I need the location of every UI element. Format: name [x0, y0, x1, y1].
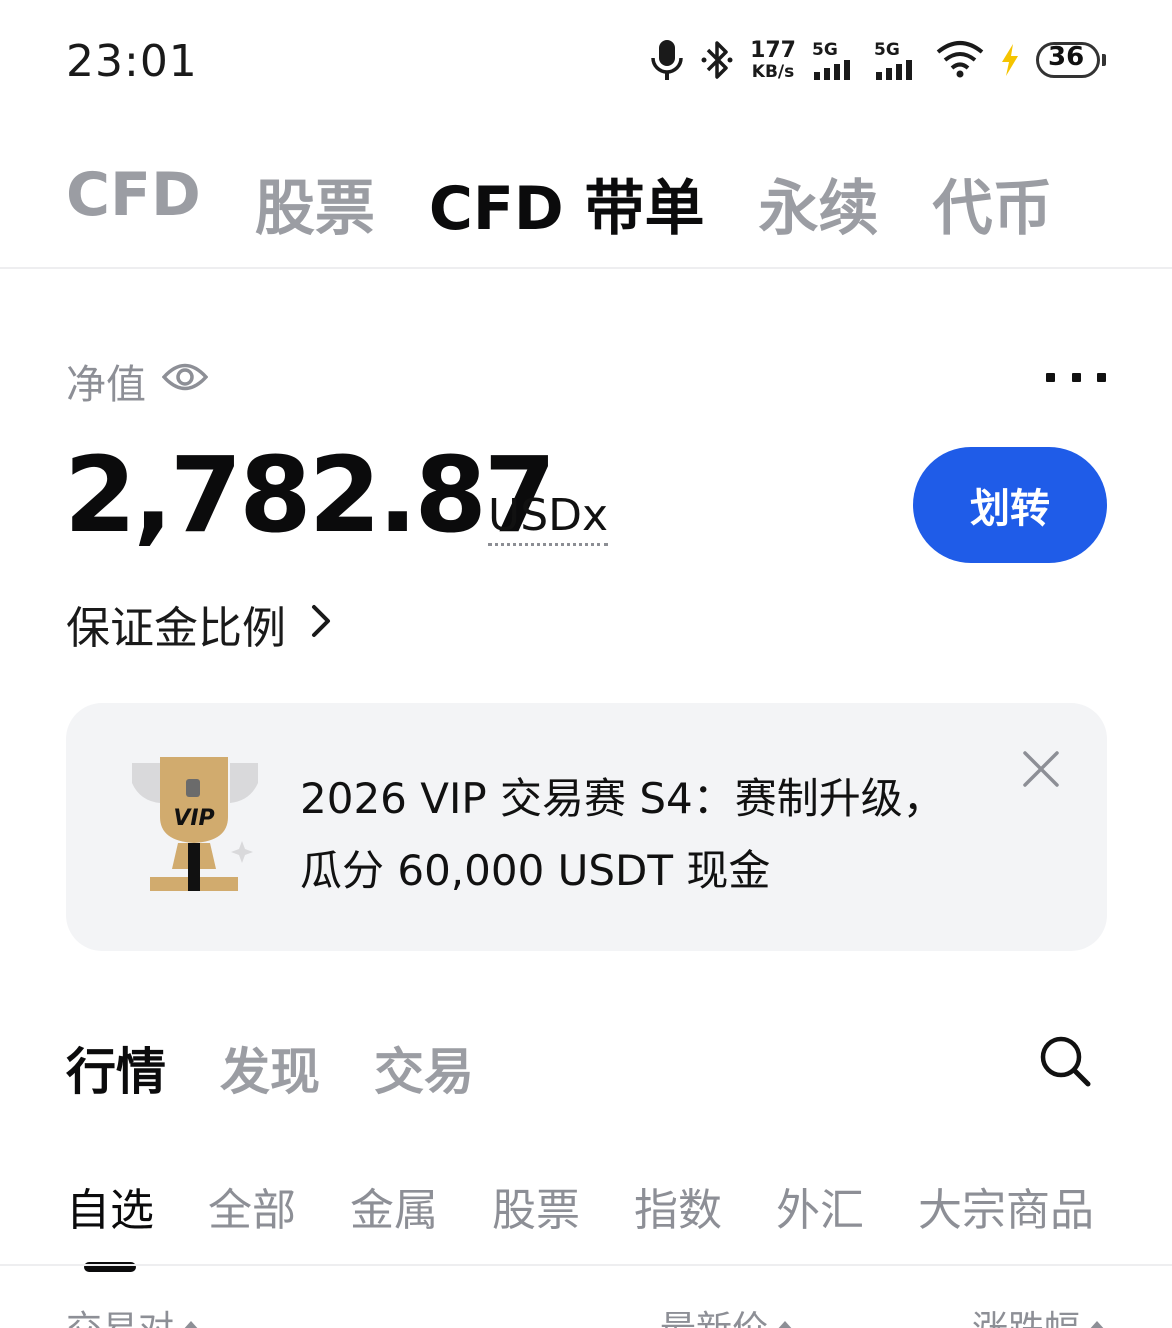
tab-all[interactable]: 全部 — [208, 1174, 296, 1238]
net-speed: 177 KB/s — [750, 37, 796, 82]
tab-trade[interactable]: 交易 — [374, 1032, 474, 1104]
tab-tokens[interactable]: 代币 — [933, 160, 1053, 247]
section-tabs: 行情 发现 交易 — [66, 1032, 474, 1104]
banner-line-1: 2026 VIP 交易赛 S4：赛制升级， — [300, 774, 945, 823]
trophy-badge-text: VIP — [173, 806, 214, 831]
currency-unit[interactable]: USDx — [488, 490, 609, 546]
tab-market[interactable]: 行情 — [66, 1032, 166, 1104]
tab-cfd-copy-trading[interactable]: CFD 带单 — [429, 160, 705, 247]
wifi-icon — [936, 40, 984, 80]
sort-pair[interactable]: 交易对 — [66, 1300, 201, 1328]
battery-percent: 36 — [1048, 42, 1085, 72]
banner-line-2: 瓜分 60,000 USDT 现金 — [300, 846, 771, 895]
net-speed-value: 177 — [750, 37, 796, 63]
tab-stocks[interactable]: 股票 — [492, 1174, 580, 1238]
eye-icon[interactable] — [161, 358, 209, 404]
tab-watchlist[interactable]: 自选 — [66, 1174, 154, 1272]
tab-cfd[interactable]: CFD — [66, 160, 201, 247]
more-options-icon[interactable] — [1046, 362, 1106, 392]
tab-stocks[interactable]: 股票 — [255, 160, 375, 247]
tab-metals[interactable]: 金属 — [350, 1174, 438, 1238]
sort-last-price[interactable]: 最新价 — [660, 1300, 795, 1328]
close-icon[interactable] — [1021, 749, 1061, 789]
status-time: 23:01 — [66, 36, 198, 87]
sort-up-icon — [1088, 1321, 1106, 1328]
microphone-icon — [650, 38, 684, 82]
net-value-label: 净值 — [66, 362, 146, 408]
battery-icon: 36 — [1036, 42, 1106, 78]
net-value-amount: 2,782.87 — [64, 434, 556, 556]
status-bar: 23:01 177 KB/s 5G 5G 36 — [0, 0, 1172, 120]
signal-tag: 5G — [874, 40, 900, 60]
banner-text: 2026 VIP 交易赛 S4：赛制升级， 瓜分 60,000 USDT 现金 — [300, 763, 980, 907]
margin-ratio-link[interactable]: 保证金比例 — [66, 592, 332, 656]
charging-bolt-icon — [1000, 44, 1020, 76]
signal-tag: 5G — [812, 40, 838, 60]
signal-icon: 5G — [812, 40, 858, 80]
tab-discover[interactable]: 发现 — [220, 1032, 320, 1104]
bluetooth-icon — [700, 38, 734, 82]
signal-icon: 5G — [874, 40, 920, 80]
net-value-header: 净值 — [66, 352, 209, 410]
tab-perpetual[interactable]: 永续 — [759, 160, 879, 247]
divider — [0, 1264, 1172, 1266]
trophy-icon: VIP — [130, 757, 260, 897]
chevron-right-icon — [310, 599, 332, 650]
tab-forex[interactable]: 外汇 — [776, 1174, 864, 1238]
transfer-button[interactable]: 划转 — [913, 447, 1107, 563]
sort-up-icon — [182, 1321, 201, 1328]
promo-banner[interactable]: VIP 2026 VIP 交易赛 S4：赛制升级， 瓜分 60,000 USDT… — [66, 703, 1107, 951]
tab-commodities[interactable]: 大宗商品 — [918, 1174, 1094, 1238]
divider — [0, 267, 1172, 269]
product-tabs: CFD 股票 CFD 带单 永续 代币 — [66, 160, 1053, 247]
sort-up-icon — [776, 1321, 795, 1328]
category-tabs: 自选 全部 金属 股票 指数 外汇 大宗商品 — [66, 1174, 1094, 1272]
margin-ratio-label: 保证金比例 — [66, 603, 286, 654]
tab-indices[interactable]: 指数 — [634, 1174, 722, 1238]
sort-change[interactable]: 涨跌幅 — [972, 1300, 1106, 1328]
net-speed-unit: KB/s — [751, 61, 795, 82]
search-icon[interactable] — [1038, 1034, 1092, 1088]
status-icons: 177 KB/s 5G 5G 36 — [650, 36, 1106, 84]
